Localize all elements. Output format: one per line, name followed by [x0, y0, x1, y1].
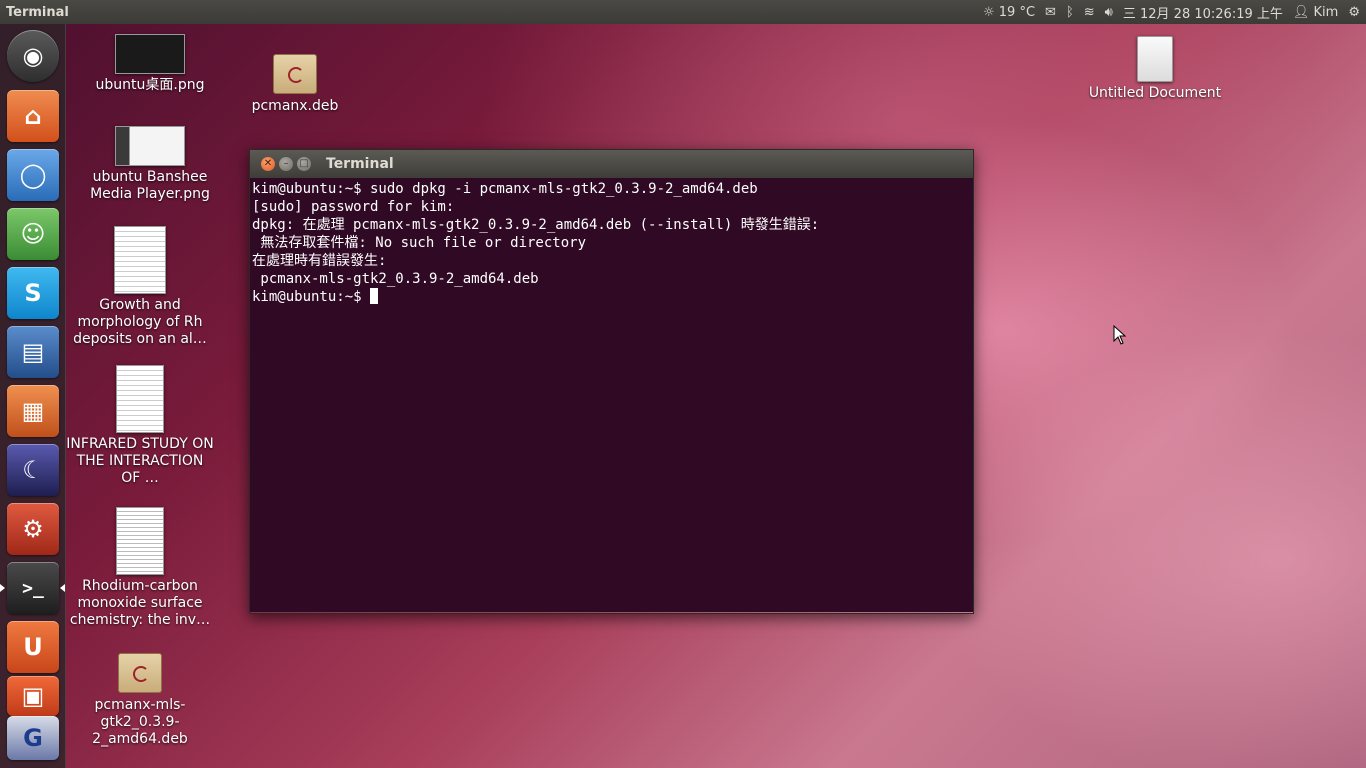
- skype-icon: S: [24, 279, 42, 307]
- launcher-empathy[interactable]: ☺: [7, 208, 59, 260]
- terminal-line: pcmanx-mls-gtk2_0.3.9-2_amd64.deb: [252, 271, 539, 287]
- image-thumbnail: [115, 126, 185, 166]
- desktop-icon-untitled-document[interactable]: Untitled Document: [1080, 36, 1230, 102]
- launcher-writer[interactable]: ▤: [7, 326, 59, 378]
- user-icon: 👤︎: [1292, 4, 1310, 20]
- user-name: Kim: [1313, 4, 1339, 20]
- terminal-line: [sudo] password for kim:: [252, 199, 455, 215]
- terminal-line: kim@ubuntu:~$ sudo dpkg -i pcmanx-mls-gt…: [252, 181, 758, 197]
- desktop-icon-label: ubuntu Banshee Media Player.png: [90, 169, 210, 202]
- desktop-icon-label: pcmanx.deb: [251, 98, 339, 114]
- ubuntu-logo-icon: ◉: [22, 42, 44, 70]
- document-thumbnail: [116, 365, 164, 433]
- desktop-icon-pcmanx-deb[interactable]: pcmanx.deb: [220, 54, 370, 115]
- chromium-icon: ◯: [19, 161, 47, 189]
- desktop-icon-banshee-screenshot[interactable]: ubuntu Banshee Media Player.png: [75, 126, 225, 203]
- mouse-pointer-icon: [1113, 325, 1127, 345]
- desktop-icon-label: Rhodium-carbon monoxide surface chemistr…: [69, 578, 211, 628]
- terminal-line: 無法存取套件檔: No such file or directory: [252, 235, 587, 251]
- launcher-terminal[interactable]: >_: [7, 562, 59, 614]
- window-title: Terminal: [326, 156, 394, 172]
- wifi-icon[interactable]: ≋: [1084, 5, 1095, 20]
- launcher-ubuntu-one[interactable]: U: [7, 621, 59, 673]
- launcher-impress[interactable]: ▦: [7, 385, 59, 437]
- empathy-icon: ☺: [20, 220, 46, 248]
- launcher: ◉ ⌂ ◯ ☺ S ▤ ▦ ☾ ⚙ >_ U ▣ G: [0, 24, 66, 768]
- minimize-button[interactable]: –: [279, 157, 293, 171]
- desktop-icon-label: pcmanx-mls-gtk2_0.3.9-2_amd64.deb: [92, 697, 188, 747]
- close-icon: ✕: [263, 158, 273, 169]
- settings-wrench-icon: ⚙: [22, 515, 44, 543]
- desktop-icon-label: Growth and morphology of Rh deposits on …: [73, 297, 207, 347]
- desktop-icon-infrared-pdf[interactable]: INFRARED STUDY ON THE INTERACTION OF …: [65, 365, 215, 487]
- launcher-shotwell[interactable]: ☾: [7, 444, 59, 496]
- desktop-icon-rhodium-pdf[interactable]: Rhodium-carbon monoxide surface chemistr…: [65, 507, 215, 629]
- document-thumbnail: [116, 507, 164, 575]
- session-gear-icon[interactable]: ⚙: [1348, 5, 1360, 20]
- launcher-system-settings[interactable]: ⚙: [7, 503, 59, 555]
- maximize-button[interactable]: □: [297, 157, 311, 171]
- terminal-output[interactable]: kim@ubuntu:~$ sudo dpkg -i pcmanx-mls-gt…: [250, 178, 973, 612]
- terminal-prompt-line[interactable]: kim@ubuntu:~$: [252, 288, 971, 306]
- active-app-title: Terminal: [6, 4, 69, 20]
- ubuntu-one-icon: U: [23, 633, 43, 661]
- document-thumbnail: [114, 226, 166, 294]
- user-menu[interactable]: 👤︎ Kim: [1293, 5, 1338, 20]
- window-titlebar[interactable]: ✕ – □ Terminal: [250, 150, 973, 178]
- mail-icon[interactable]: ✉: [1045, 5, 1056, 20]
- terminal-line: 在處理時有錯誤發生:: [252, 253, 387, 269]
- desktop-icon-ubuntu-screenshot[interactable]: ubuntu桌面.png: [75, 34, 225, 94]
- clock[interactable]: 三 12月 28 10:26:19 上午: [1123, 3, 1283, 22]
- terminal-running-indicator: [0, 584, 5, 592]
- minimize-icon: –: [283, 158, 289, 169]
- desktop-icon-label: ubuntu桌面.png: [95, 77, 205, 93]
- close-button[interactable]: ✕: [261, 157, 275, 171]
- terminal-window[interactable]: ✕ – □ Terminal kim@ubuntu:~$ sudo dpkg -…: [249, 149, 974, 614]
- volume-icon[interactable]: 🔊︎: [1105, 5, 1113, 20]
- desktop-icon-label: INFRARED STUDY ON THE INTERACTION OF …: [66, 436, 214, 486]
- launcher-home-folder[interactable]: ⌂: [7, 90, 59, 142]
- terminal-icon: >_: [22, 577, 44, 599]
- text-cursor: [370, 288, 379, 304]
- shotwell-icon: ☾: [22, 456, 44, 484]
- bluetooth-icon[interactable]: ᛒ: [1066, 5, 1074, 20]
- desktop-icon-growth-pdf[interactable]: Growth and morphology of Rh deposits on …: [65, 226, 215, 348]
- terminal-line: dpkg: 在處理 pcmanx-mls-gtk2_0.3.9-2_amd64.…: [252, 217, 820, 233]
- launcher-skype[interactable]: S: [7, 267, 59, 319]
- disk-utility-icon: G: [23, 724, 43, 752]
- maximize-icon: □: [299, 158, 309, 169]
- indicator-area: ☼ 19 °C ✉ ᛒ ≋ 🔊︎ 三 12月 28 10:26:19 上午 👤︎…: [983, 0, 1366, 24]
- package-icon: [273, 54, 317, 94]
- weather-indicator[interactable]: ☼ 19 °C: [983, 5, 1035, 20]
- text-document-icon: [1137, 36, 1173, 82]
- terminal-prompt: kim@ubuntu:~$: [252, 289, 371, 305]
- top-panel: Terminal ☼ 19 °C ✉ ᛒ ≋ 🔊︎ 三 12月 28 10:26…: [0, 0, 1366, 24]
- launcher-dash-home[interactable]: ◉: [7, 30, 59, 82]
- desktop-icon-pcmanx-mls-deb[interactable]: pcmanx-mls-gtk2_0.3.9-2_amd64.deb: [65, 653, 215, 748]
- sun-icon: ☼: [982, 4, 995, 20]
- weather-text: 19 °C: [998, 4, 1036, 20]
- software-center-icon: ▣: [21, 682, 45, 710]
- launcher-software-center[interactable]: ▣: [7, 676, 59, 716]
- launcher-chromium[interactable]: ◯: [7, 149, 59, 201]
- launcher-disk-utility[interactable]: G: [7, 716, 59, 760]
- package-icon: [118, 653, 162, 693]
- home-folder-icon: ⌂: [24, 102, 42, 130]
- impress-icon: ▦: [21, 397, 45, 425]
- writer-icon: ▤: [21, 338, 45, 366]
- image-thumbnail: [115, 34, 185, 74]
- desktop-icon-label: Untitled Document: [1088, 85, 1222, 101]
